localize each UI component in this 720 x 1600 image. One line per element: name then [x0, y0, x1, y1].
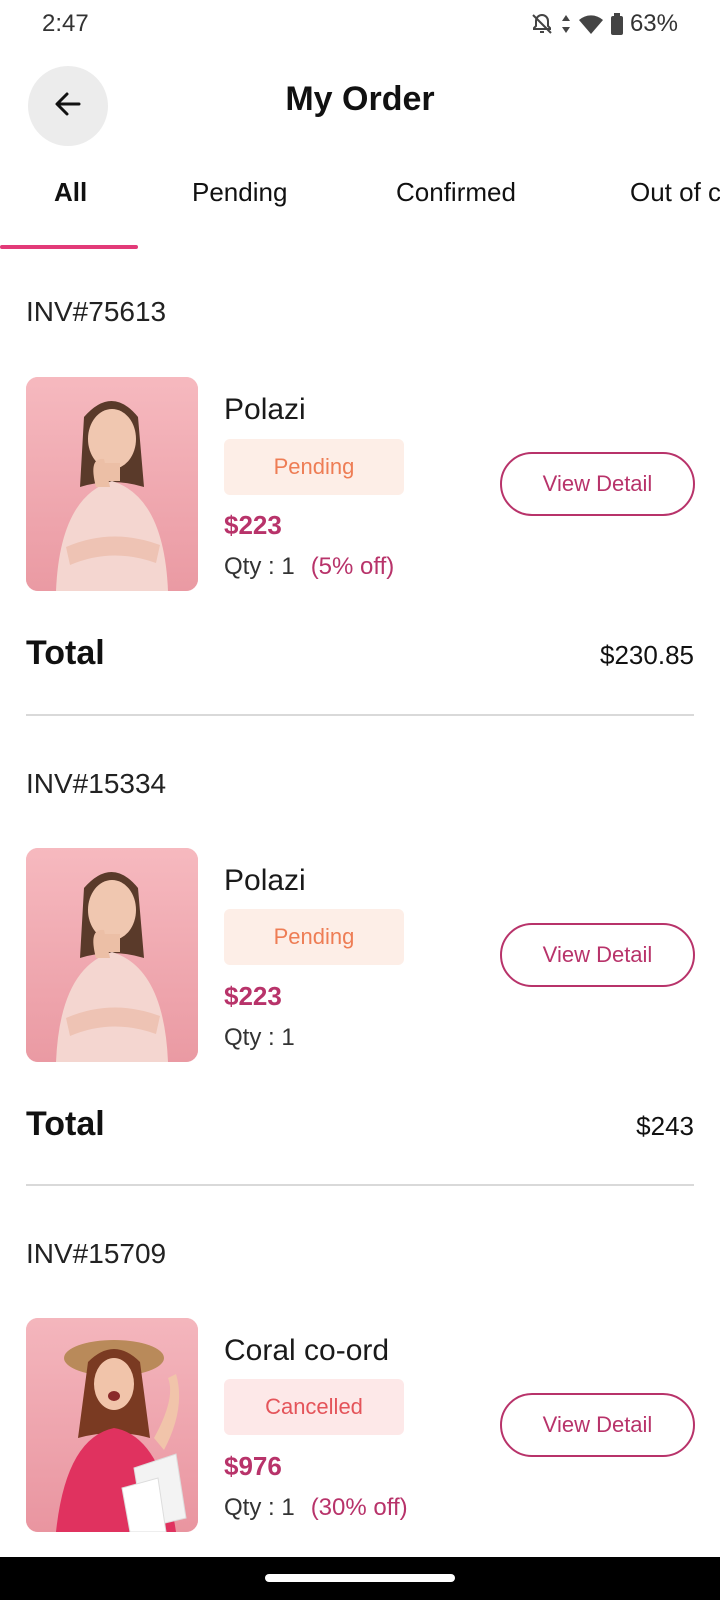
page-title: My Order — [285, 80, 435, 118]
battery-icon — [610, 12, 624, 36]
product-name: Coral co-ord — [224, 1334, 390, 1367]
quantity: Qty : 1 — [224, 1024, 295, 1051]
quantity: Qty : 1 — [224, 1494, 295, 1521]
invoice-number: INV#15334 — [26, 768, 167, 799]
status-badge: Pending — [224, 439, 404, 495]
status-badge: Pending — [224, 909, 404, 965]
wifi-icon — [578, 13, 604, 35]
active-tab-indicator — [0, 245, 138, 249]
product-qty-row: Qty : 1 (30% off) — [224, 1494, 408, 1522]
status-time: 2:47 — [42, 10, 89, 37]
product-qty-row: Qty : 1 (5% off) — [224, 553, 394, 581]
battery-percent: 63% — [629, 10, 678, 37]
product-price: $976 — [224, 1451, 282, 1481]
discount: (5% off) — [310, 553, 395, 580]
data-arrows-icon — [560, 12, 572, 36]
tab-pending[interactable]: Pending — [192, 177, 287, 208]
status-bar: 2:47 63% — [0, 0, 720, 50]
total-value: $243 — [636, 1111, 694, 1141]
invoice-number: INV#75613 — [26, 296, 167, 327]
status-badge: Cancelled — [224, 1379, 404, 1435]
invoice-number: INV#15709 — [26, 1238, 167, 1269]
tab-all[interactable]: All — [54, 177, 87, 208]
product-name: Polazi — [224, 864, 306, 897]
product-price: $223 — [224, 510, 282, 540]
view-detail-button[interactable]: View Detail — [500, 1393, 695, 1457]
total-label: Total — [26, 1105, 105, 1143]
order-tabs: All Pending Confirmed Out of c — [0, 165, 720, 249]
product-qty-row: Qty : 1 — [224, 1024, 295, 1052]
product-image[interactable] — [26, 1318, 198, 1532]
divider — [26, 1184, 694, 1186]
product-image[interactable] — [26, 848, 198, 1062]
total-label: Total — [26, 634, 105, 672]
product-name: Polazi — [224, 393, 306, 426]
quantity: Qty : 1 — [224, 553, 295, 580]
divider — [26, 714, 694, 716]
tab-out-of-delivery[interactable]: Out of c — [630, 177, 720, 208]
total-value: $230.85 — [600, 640, 694, 670]
system-nav-bar — [0, 1557, 720, 1600]
view-detail-button[interactable]: View Detail — [500, 452, 695, 516]
discount: (30% off) — [310, 1494, 408, 1521]
status-icons: 63% — [530, 10, 678, 38]
product-image[interactable] — [26, 377, 198, 591]
product-price: $223 — [224, 981, 282, 1011]
home-gesture-handle[interactable] — [265, 1574, 455, 1582]
bell-off-icon — [530, 12, 554, 36]
view-detail-button[interactable]: View Detail — [500, 923, 695, 987]
tab-confirmed[interactable]: Confirmed — [396, 177, 516, 208]
